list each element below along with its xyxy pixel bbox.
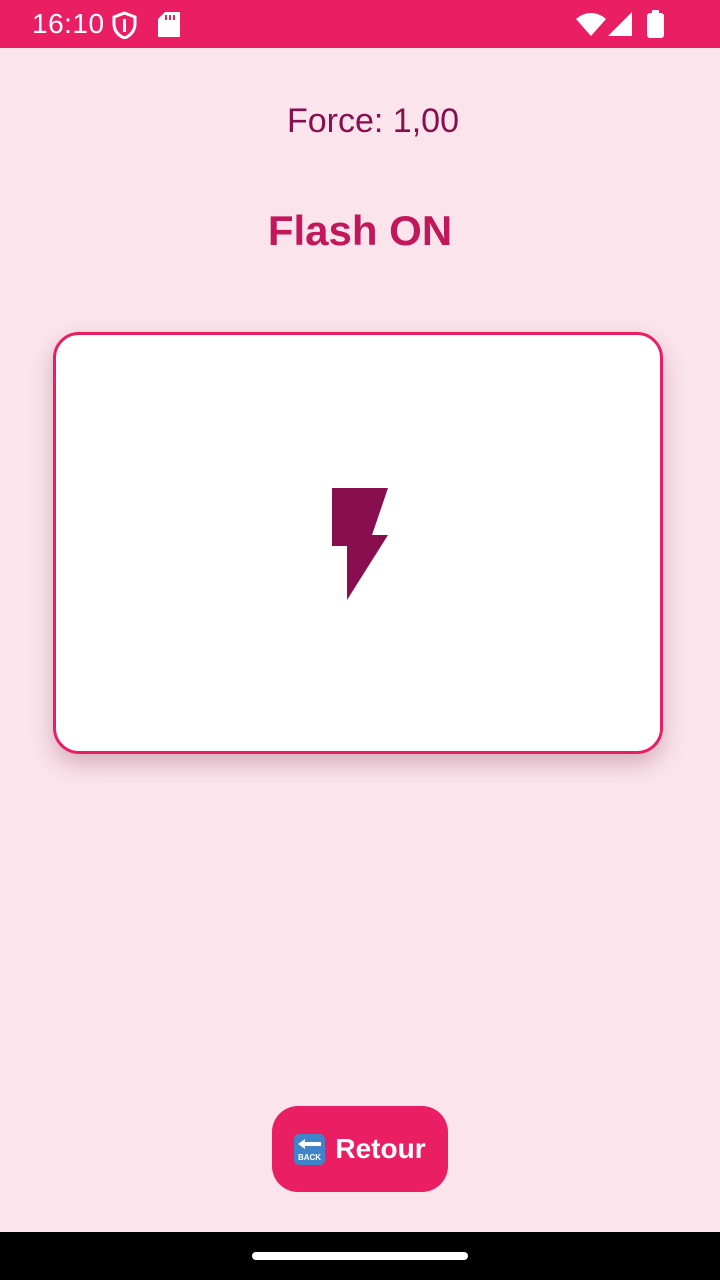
flash-status-title: Flash ON [267, 207, 453, 254]
back-button[interactable]: BACK Retour [272, 1106, 448, 1192]
status-bar: 16:10 [0, 0, 720, 48]
flash-toggle-card[interactable] [53, 332, 663, 754]
back-button-label: Retour [335, 1133, 426, 1164]
navigation-bar [0, 1232, 720, 1280]
sd-card-icon [158, 12, 180, 37]
force-readout: Force: 1,00 [287, 102, 459, 140]
back-arrow-emoji-icon: BACK [294, 1133, 326, 1165]
wifi-icon [576, 13, 606, 36]
status-time: 16:10 [32, 8, 105, 39]
shield-icon [112, 11, 137, 39]
cellular-signal-icon [608, 12, 632, 36]
svg-text:BACK: BACK [298, 1153, 321, 1162]
battery-icon [647, 10, 664, 38]
home-gesture-handle[interactable] [252, 1252, 468, 1260]
lightning-bolt-icon [332, 488, 388, 600]
